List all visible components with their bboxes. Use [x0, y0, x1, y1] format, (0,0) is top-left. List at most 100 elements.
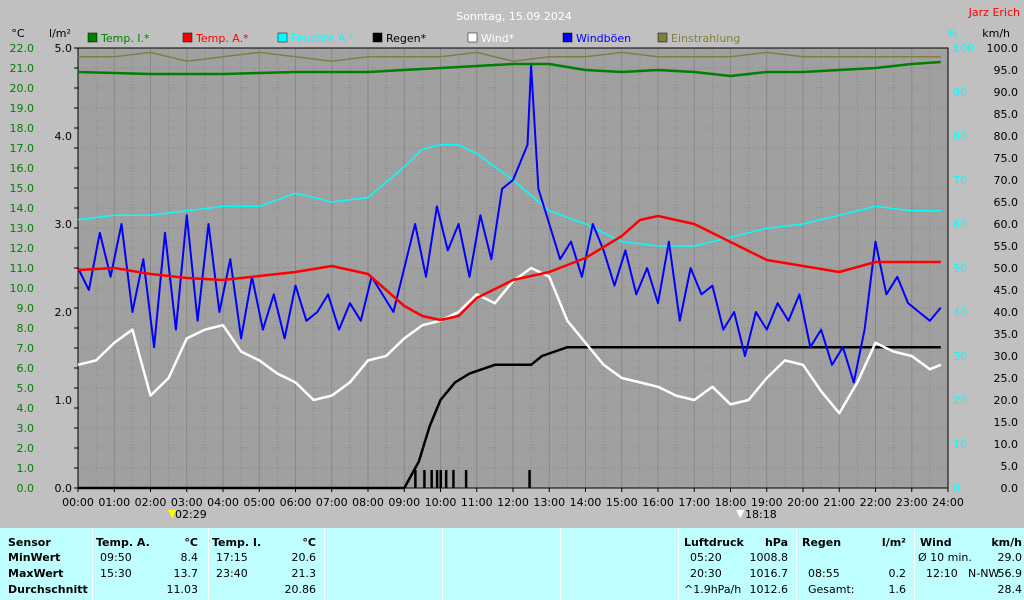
y-wind-tick-label: 45.0	[994, 284, 1019, 297]
x-tick-label: 15:00	[606, 496, 638, 509]
rain-bar	[435, 470, 439, 488]
sunset-time: 18:18	[745, 508, 777, 521]
table-divider	[324, 528, 325, 600]
y-wind-tick-label: 20.0	[994, 394, 1019, 407]
wind-header: Wind	[920, 536, 952, 549]
y-temp-tick-label: 1.0	[17, 462, 35, 475]
pressure-min-time: 05:20	[690, 551, 722, 564]
y-rain-tick-label: 3.0	[55, 218, 73, 231]
sunrise-time: 02:29	[175, 508, 207, 521]
rain-bar	[430, 470, 433, 488]
y-temp-tick-label: 14.0	[10, 202, 35, 215]
rain-bar	[444, 470, 448, 488]
wind-avg10-value: 29.0	[997, 551, 1023, 564]
legend-swatch	[657, 32, 668, 43]
y-temp-tick-label: 6.0	[17, 362, 35, 375]
y-temp-tick-label: 9.0	[17, 302, 35, 315]
stats-table: Sensor MinWert MaxWert Durchschnitt Temp…	[0, 528, 1024, 600]
y-pct-tick-label: 100	[953, 42, 974, 55]
y-wind-tick-label: 60.0	[994, 218, 1019, 231]
pressure-min-value: 1008.8	[749, 551, 789, 564]
y-wind-tick-label: 0.0	[1001, 482, 1019, 495]
y-rain-tick-label: 4.0	[55, 130, 73, 143]
x-tick-label: 05:00	[243, 496, 275, 509]
temp-a-min-time: 09:50	[100, 551, 132, 564]
table-divider	[914, 528, 915, 600]
x-tick-label: 16:00	[642, 496, 674, 509]
y-temp-tick-label: 4.0	[17, 402, 35, 415]
y-pct-tick-label: 10	[953, 438, 967, 451]
temp-a-max-time: 15:30	[100, 567, 132, 580]
y-wind-tick-label: 55.0	[994, 240, 1019, 253]
legend-label: Temp. I.*	[100, 32, 150, 45]
table-divider	[560, 528, 561, 600]
y-temp-tick-label: 21.0	[10, 62, 35, 75]
y-wind-tick-label: 15.0	[994, 416, 1019, 429]
y-wind-tick-label: 95.0	[994, 64, 1019, 77]
y-pct-tick-label: 70	[953, 174, 967, 187]
y-wind-tick-label: 40.0	[994, 306, 1019, 319]
rain-bar	[423, 470, 426, 488]
x-tick-label: 04:00	[207, 496, 239, 509]
legend-swatch	[87, 32, 98, 43]
x-tick-label: 12:00	[497, 496, 529, 509]
y-temp-tick-label: 2.0	[17, 442, 35, 455]
x-tick-label: 06:00	[280, 496, 312, 509]
y-rain-tick-label: 1.0	[55, 394, 73, 407]
sunset-icon: ▼	[736, 507, 745, 520]
x-tick-label: 00:00	[62, 496, 94, 509]
table-divider	[92, 528, 93, 600]
temp-a-max-value: 13.7	[173, 567, 199, 580]
pressure-max-value: 1016.7	[749, 567, 789, 580]
x-tick-label: 23:00	[896, 496, 928, 509]
y-rain-tick-label: 5.0	[55, 42, 73, 55]
y-temp-tick-label: 8.0	[17, 322, 35, 335]
row-label-min: MinWert	[8, 551, 61, 564]
temp-i-min-time: 17:15	[216, 551, 248, 564]
y-wind-tick-label: 80.0	[994, 130, 1019, 143]
row-label-avg: Durchschnitt	[8, 583, 88, 596]
sun-markers: ▼ 02:29 ▼ 18:18	[168, 507, 777, 521]
legend-label: Temp. A.*	[195, 32, 249, 45]
rain-total-label: Gesamt:	[808, 583, 855, 596]
y-wind-tick-label: 75.0	[994, 152, 1019, 165]
y-temp-tick-label: 11.0	[10, 262, 35, 275]
legend-swatch	[182, 32, 193, 43]
temp-i-max-value: 21.3	[291, 567, 317, 580]
wind-avg-value: 28.4	[997, 583, 1023, 596]
y-wind-tick-label: 5.0	[1001, 460, 1019, 473]
unit-rain: l/m²	[49, 27, 71, 40]
y-temp-tick-label: 15.0	[10, 182, 35, 195]
y-temp-tick-label: 3.0	[17, 422, 35, 435]
y-pct-tick-label: 30	[953, 350, 967, 363]
x-tick-label: 01:00	[98, 496, 130, 509]
table-divider	[442, 528, 443, 600]
temp-i-min-value: 20.6	[291, 551, 317, 564]
x-tick-label: 20:00	[787, 496, 819, 509]
y-temp-tick-label: 10.0	[10, 282, 35, 295]
temp-a-avg-value: 11.03	[166, 583, 199, 596]
wind-max-time: 12:10	[926, 567, 958, 580]
pressure-max-time: 20:30	[690, 567, 722, 580]
x-tick-label: 11:00	[461, 496, 493, 509]
y-pct-tick-label: 80	[953, 130, 967, 143]
rain-unit: l/m²	[881, 536, 906, 549]
temp-a-min-value: 8.4	[180, 551, 199, 564]
legend-swatch	[467, 32, 478, 43]
rain-bar	[528, 470, 531, 488]
rain-bar	[452, 470, 455, 488]
x-tick-label: 24:00	[932, 496, 964, 509]
x-tick-label: 14:00	[570, 496, 602, 509]
y-temp-tick-label: 5.0	[17, 382, 35, 395]
author-label: Jarz Erich	[968, 6, 1020, 19]
x-tick-label: 02:00	[135, 496, 167, 509]
y-temp-tick-label: 22.0	[10, 42, 35, 55]
temp-i-unit: °C	[302, 536, 316, 549]
y-wind-tick-label: 70.0	[994, 174, 1019, 187]
y-rain-tick-label: 0.0	[55, 482, 73, 495]
y-temp-tick-label: 20.0	[10, 82, 35, 95]
wind-unit: km/h	[991, 536, 1022, 549]
weather-chart: 22.0 21.0 20.0 19.0 18.0 17.0 16.0 15.0 14.0 13.0…	[10, 6, 1021, 521]
unit-pct: %	[947, 27, 957, 40]
y-wind-tick-label: 100.0	[987, 42, 1019, 55]
